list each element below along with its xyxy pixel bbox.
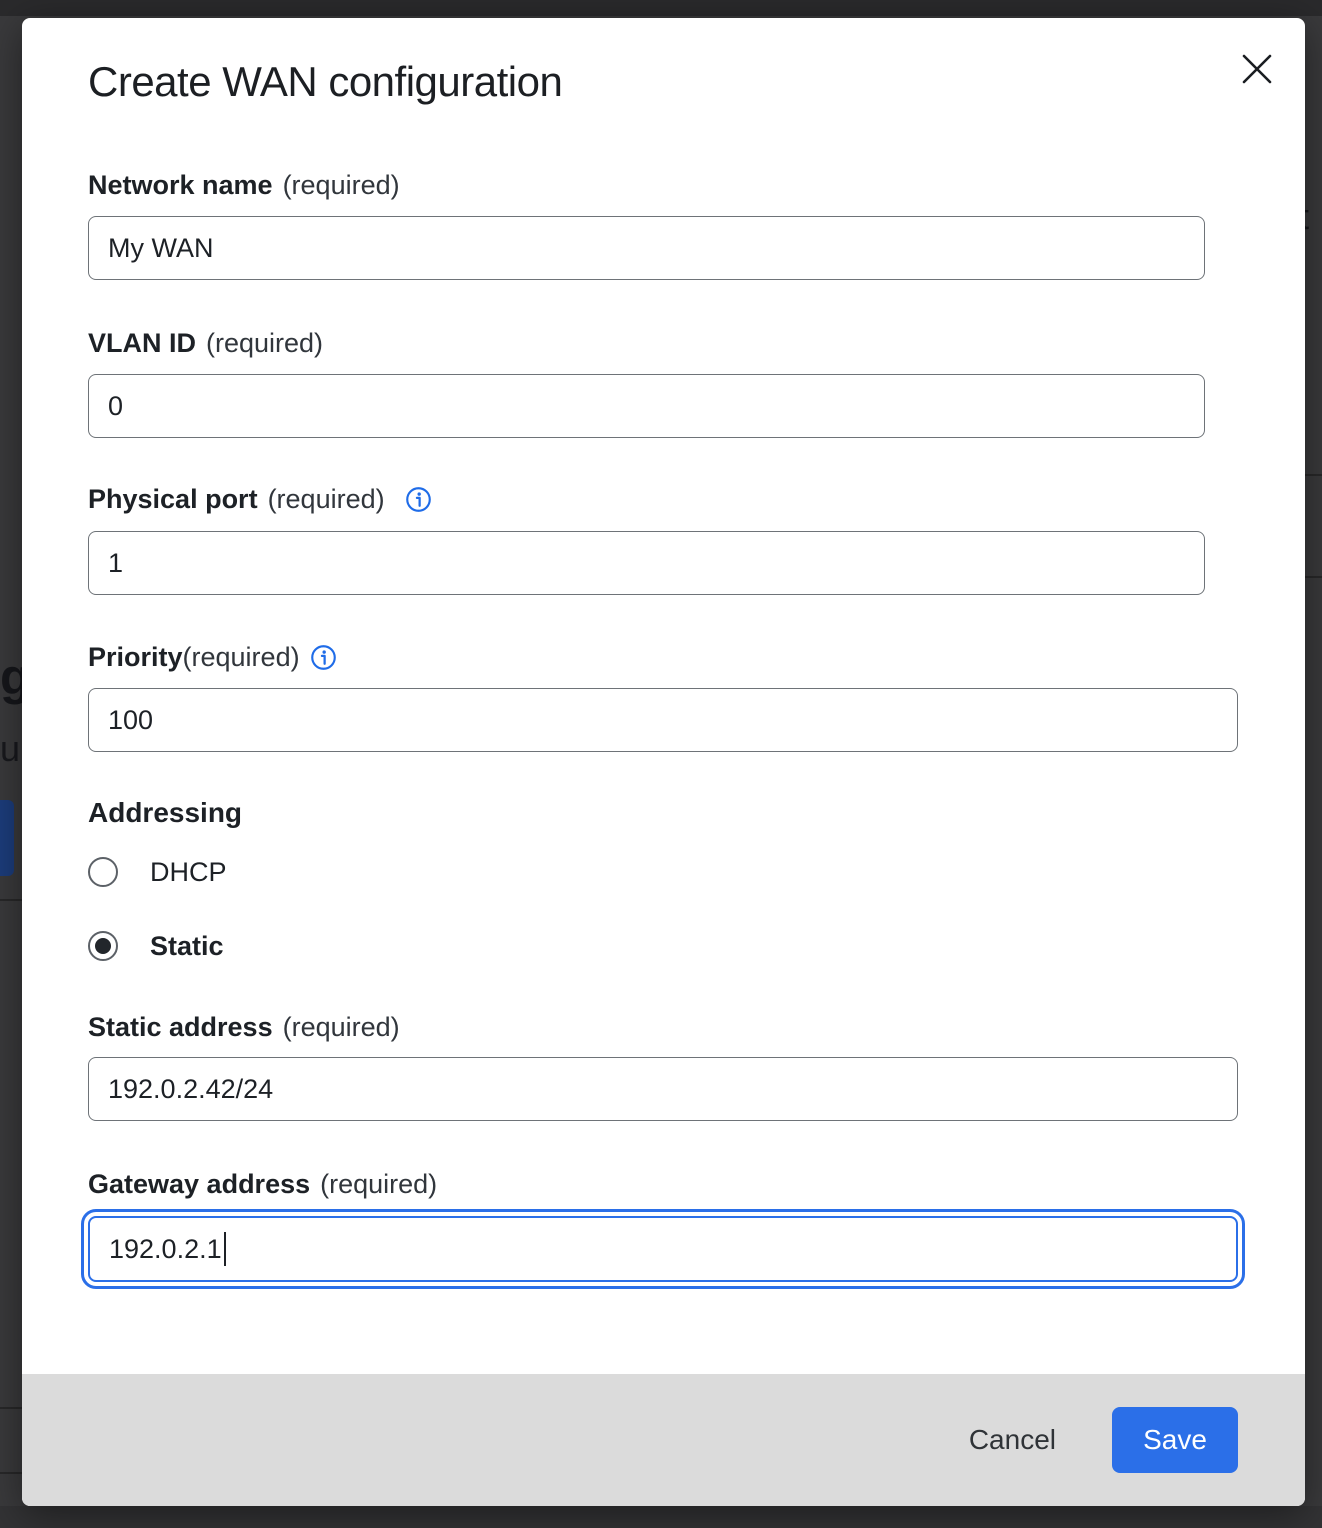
info-icon[interactable] xyxy=(310,644,337,671)
required-hint: (required) xyxy=(268,484,385,515)
vlan-id-input[interactable]: 0 xyxy=(88,374,1205,438)
addressing-option-static[interactable]: Static xyxy=(88,930,224,962)
required-hint: (required) xyxy=(183,642,300,673)
field-label-text: Priority xyxy=(88,642,183,673)
background-divider xyxy=(1305,474,1322,476)
field-label-text: Physical port xyxy=(88,484,258,515)
background-divider xyxy=(0,1472,22,1474)
required-hint: (required) xyxy=(320,1169,437,1200)
required-hint: (required) xyxy=(283,1012,400,1043)
info-icon[interactable] xyxy=(405,486,432,513)
addressing-option-dhcp[interactable]: DHCP xyxy=(88,856,227,888)
background-divider xyxy=(0,1407,22,1409)
addressing-heading: Addressing xyxy=(88,797,242,829)
radio-unselected-icon[interactable] xyxy=(88,857,118,887)
priority-label: Priority (required) xyxy=(88,640,337,674)
field-label-text: Static address xyxy=(88,1012,273,1043)
input-value: My WAN xyxy=(108,233,213,264)
radio-option-label[interactable]: Static xyxy=(150,931,224,962)
create-wan-dialog: Create WAN configuration Network name (r… xyxy=(22,18,1305,1506)
input-value: 100 xyxy=(108,705,153,736)
dialog-footer: Cancel Save xyxy=(22,1374,1305,1506)
close-button[interactable] xyxy=(1234,46,1280,92)
gateway-address-input[interactable]: 192.0.2.1 xyxy=(88,1216,1238,1282)
vlan-id-label: VLAN ID (required) xyxy=(88,326,323,360)
background-bottom-strip xyxy=(0,1506,1322,1528)
network-name-label: Network name (required) xyxy=(88,168,400,202)
background-divider xyxy=(0,899,22,901)
gateway-address-label: Gateway address (required) xyxy=(88,1167,437,1201)
required-hint: (required) xyxy=(283,170,400,201)
physical-port-label: Physical port (required) xyxy=(88,482,432,516)
static-address-input[interactable]: 192.0.2.42/24 xyxy=(88,1057,1238,1121)
save-button[interactable]: Save xyxy=(1112,1407,1238,1473)
input-value: 1 xyxy=(108,548,123,579)
field-label-text: Network name xyxy=(88,170,273,201)
background-divider xyxy=(1305,576,1322,578)
physical-port-input[interactable]: 1 xyxy=(88,531,1205,595)
field-label-text: Gateway address xyxy=(88,1169,310,1200)
cancel-button[interactable]: Cancel xyxy=(963,1414,1062,1466)
input-value: 192.0.2.1 xyxy=(109,1234,222,1265)
input-value: 192.0.2.42/24 xyxy=(108,1074,273,1105)
radio-selected-icon[interactable] xyxy=(88,931,118,961)
text-cursor xyxy=(224,1232,226,1266)
input-value: 0 xyxy=(108,391,123,422)
dialog-title: Create WAN configuration xyxy=(88,58,562,106)
field-label-text: VLAN ID xyxy=(88,328,196,359)
background-top-bar xyxy=(0,0,1322,16)
radio-option-label[interactable]: DHCP xyxy=(150,857,227,888)
network-name-input[interactable]: My WAN xyxy=(88,216,1205,280)
static-address-label: Static address (required) xyxy=(88,1010,400,1044)
close-icon xyxy=(1240,74,1274,89)
background-text-fragment: u xyxy=(0,728,20,770)
background-button-fragment xyxy=(0,800,14,876)
priority-input[interactable]: 100 xyxy=(88,688,1238,752)
required-hint: (required) xyxy=(206,328,323,359)
